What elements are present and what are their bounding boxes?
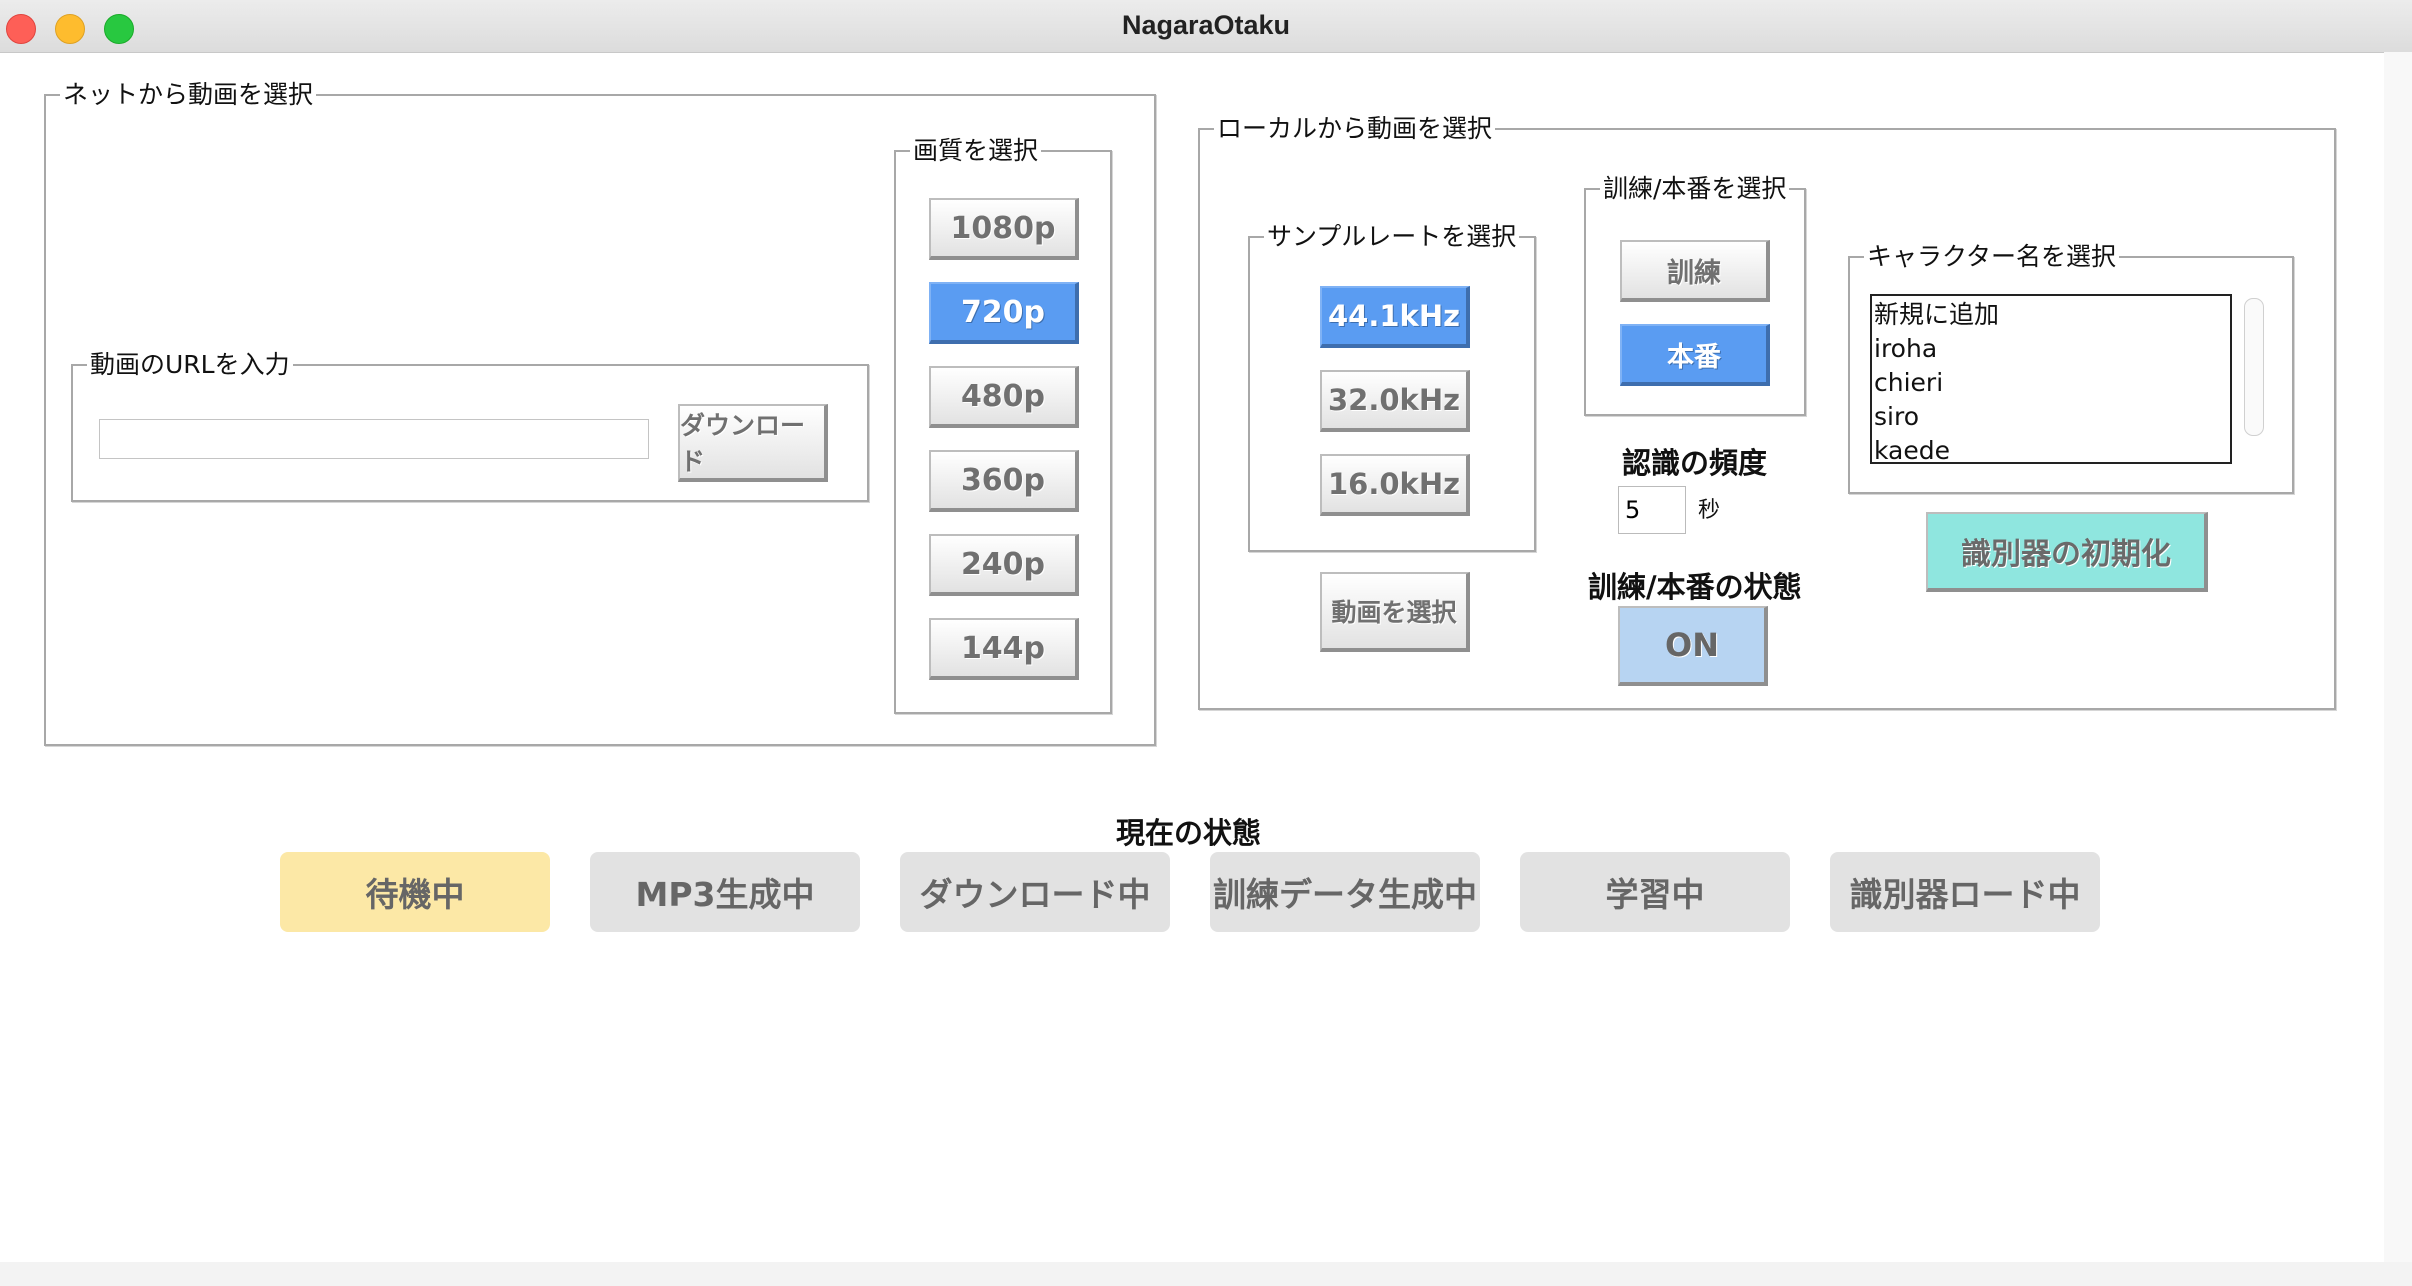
sample-rate-group: サンプルレートを選択 44.1kHz 32.0kHz 16.0kHz: [1248, 221, 1536, 552]
character-list-item[interactable]: chieri: [1872, 366, 2230, 400]
right-edge: [2384, 52, 2412, 1262]
title-bar: NagaraOtaku: [0, 0, 2412, 53]
frequency-unit: 秒: [1698, 498, 1721, 523]
sample-rate-button-44.1kHz[interactable]: 44.1kHz: [1320, 286, 1470, 348]
frequency-input[interactable]: [1618, 486, 1686, 534]
character-list-item[interactable]: 新規に追加: [1872, 298, 2230, 332]
character-list-item[interactable]: siro: [1872, 400, 2230, 434]
mode-group: 訓練/本番を選択 訓練本番: [1584, 173, 1806, 416]
sample-rate-button-32.0kHz[interactable]: 32.0kHz: [1320, 370, 1470, 432]
character-list-item[interactable]: iroha: [1872, 332, 2230, 366]
mode-button-0[interactable]: 訓練: [1620, 240, 1770, 302]
quality-button-240p[interactable]: 240p: [929, 534, 1079, 596]
window-title: NagaraOtaku: [1121, 10, 1291, 40]
recognition-frequency-title: 認識の頻度: [1622, 446, 1768, 480]
status-indicator-5: 識別器ロード中: [1830, 852, 2100, 932]
url-input[interactable]: [99, 419, 649, 459]
select-video-button[interactable]: 動画を選択: [1320, 572, 1470, 652]
net-video-legend: ネットから動画を選択: [60, 79, 317, 111]
quality-group: 画質を選択 1080p 720p 480p 360p 240p 144p: [894, 135, 1112, 714]
status-indicator-1: MP3生成中: [590, 852, 860, 932]
net-video-group: ネットから動画を選択 動画のURLを入力 ダウンロード 画質を選択 1080p 7…: [44, 79, 1156, 746]
quality-legend: 画質を選択: [910, 135, 1042, 167]
local-video-legend: ローカルから動画を選択: [1214, 113, 1496, 145]
character-list-item[interactable]: kaede: [1872, 434, 2230, 462]
status-indicator-4: 学習中: [1520, 852, 1790, 932]
mode-state-title: 訓練/本番の状態: [1588, 570, 1802, 604]
url-input-group: 動画のURLを入力 ダウンロード: [71, 349, 869, 502]
status-title: 現在の状態: [1116, 816, 1262, 850]
status-indicator-3: 訓練データ生成中: [1210, 852, 1480, 932]
status-indicator-0: 待機中: [280, 852, 550, 932]
sample-rate-legend: サンプルレートを選択: [1264, 221, 1520, 253]
status-indicator-2: ダウンロード中: [900, 852, 1170, 932]
bottom-scrollbar: [0, 1262, 2412, 1286]
url-group-legend: 動画のURLを入力: [87, 349, 293, 381]
mode-button-1[interactable]: 本番: [1620, 324, 1770, 386]
quality-button-720p[interactable]: 720p: [929, 282, 1079, 344]
character-list[interactable]: 新規に追加 iroha chieri siro kaede: [1870, 294, 2232, 464]
download-button[interactable]: ダウンロード: [678, 404, 828, 482]
quality-button-360p[interactable]: 360p: [929, 450, 1079, 512]
sample-rate-button-16.0kHz[interactable]: 16.0kHz: [1320, 454, 1470, 516]
character-group: キャラクター名を選択 新規に追加 iroha chieri siro kaede: [1848, 241, 2294, 494]
mode-state-button[interactable]: ON: [1618, 606, 1768, 686]
character-legend: キャラクター名を選択: [1864, 241, 2120, 273]
mode-legend: 訓練/本番を選択: [1600, 173, 1790, 205]
quality-button-1080p[interactable]: 1080p: [929, 198, 1079, 260]
local-video-group: ローカルから動画を選択 サンプルレートを選択 44.1kHz 32.0kHz 16.…: [1198, 113, 2336, 710]
character-list-scrollbar[interactable]: [2244, 298, 2264, 436]
quality-button-144p[interactable]: 144p: [929, 618, 1079, 680]
quality-button-480p[interactable]: 480p: [929, 366, 1079, 428]
init-classifier-button[interactable]: 識別器の初期化: [1926, 512, 2208, 592]
